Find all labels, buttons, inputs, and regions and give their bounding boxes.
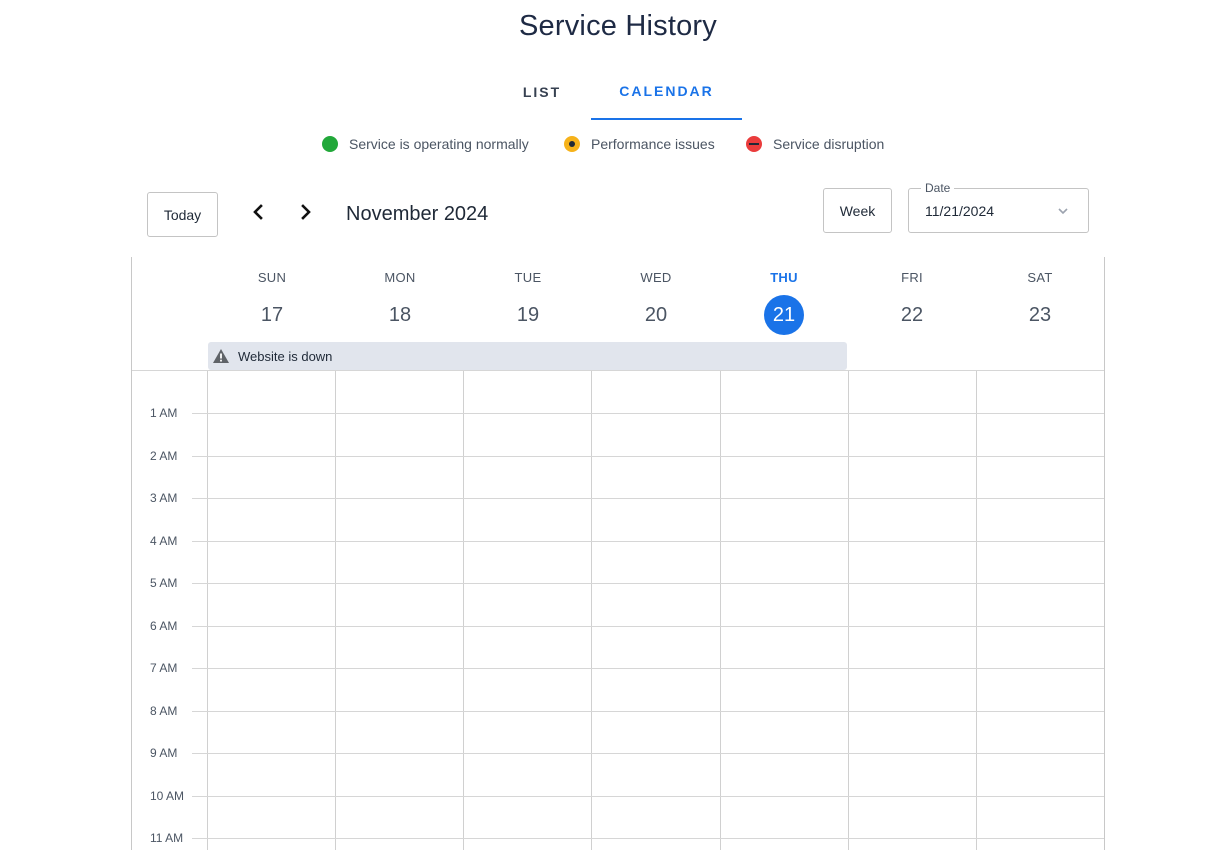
day-header-wed[interactable]: WED 20 (592, 257, 720, 335)
hour-line (192, 838, 1104, 839)
day-header-mon[interactable]: MON 18 (336, 257, 464, 335)
all-day-event[interactable]: Website is down (208, 342, 847, 370)
red-minus-circle-icon (746, 136, 762, 152)
day-column-divider (335, 371, 336, 850)
date-picker-field[interactable]: Date 11/21/2024 (908, 181, 1089, 233)
day-name: FRI (901, 270, 923, 285)
day-header-fri[interactable]: FRI 22 (848, 257, 976, 335)
hour-line (192, 498, 1104, 499)
day-number[interactable]: 20 (636, 295, 676, 335)
time-grid: 1 AM 2 AM 3 AM 4 AM 5 AM 6 AM 7 AM 8 AM … (132, 370, 1104, 850)
week-calendar: SUN 17 MON 18 TUE 19 WED 20 THU 21 FRI 2… (131, 257, 1105, 850)
tab-list[interactable]: LIST (494, 64, 590, 120)
hour-label: 4 AM (150, 534, 178, 548)
legend-item-disruption: Service disruption (746, 136, 884, 152)
day-number[interactable]: 22 (892, 295, 932, 335)
day-number[interactable]: 23 (1020, 295, 1060, 335)
page-title: Service History (519, 10, 717, 42)
hour-line (192, 753, 1104, 754)
event-title: Website is down (238, 348, 333, 364)
hour-label: 10 AM (150, 789, 185, 803)
legend-item-performance: Performance issues (564, 136, 715, 152)
day-number[interactable]: 19 (508, 295, 548, 335)
day-column-divider (848, 371, 849, 850)
legend-item-normal: Service is operating normally (322, 136, 529, 152)
chevron-down-icon[interactable] (1056, 204, 1070, 218)
day-number[interactable]: 17 (252, 295, 292, 335)
day-header-sun[interactable]: SUN 17 (208, 257, 336, 335)
day-name: THU (770, 270, 798, 285)
hour-line (192, 541, 1104, 542)
tab-calendar[interactable]: CALENDAR (591, 64, 742, 120)
status-legend: Service is operating normally Performanc… (0, 136, 1211, 154)
next-week-button[interactable] (291, 197, 321, 227)
today-button[interactable]: Today (147, 192, 218, 237)
view-select-button[interactable]: Week (823, 188, 892, 233)
day-name: TUE (514, 270, 542, 285)
legend-label-performance: Performance issues (591, 136, 715, 152)
hour-line (192, 456, 1104, 457)
hour-label: 6 AM (150, 619, 178, 633)
day-name: MON (384, 270, 416, 285)
hour-label: 3 AM (150, 491, 178, 505)
legend-label-disruption: Service disruption (773, 136, 885, 152)
day-header-tue[interactable]: TUE 19 (464, 257, 592, 335)
day-name: SUN (257, 270, 287, 285)
hour-label: 9 AM (150, 746, 178, 760)
hour-label: 11 AM (150, 831, 184, 845)
hour-line (192, 668, 1104, 669)
month-label: November 2024 (346, 203, 489, 225)
date-field-value[interactable]: 11/21/2024 (925, 203, 994, 219)
green-circle-icon (322, 136, 338, 152)
chevron-left-icon (253, 204, 263, 220)
hour-label: 1 AM (150, 406, 178, 420)
yellow-dot-circle-icon (564, 136, 580, 152)
hour-line (192, 711, 1104, 712)
date-field-label: Date (921, 181, 955, 195)
hour-line (192, 413, 1104, 414)
day-column-divider (463, 371, 464, 850)
day-column-divider (976, 371, 977, 850)
day-number[interactable]: 18 (380, 295, 420, 335)
hour-line (192, 583, 1104, 584)
chevron-right-icon (301, 204, 311, 220)
hour-label: 8 AM (150, 704, 178, 718)
hour-line (192, 626, 1104, 627)
warning-icon (213, 349, 229, 363)
day-header-thu[interactable]: THU 21 (720, 257, 848, 335)
day-column-divider (207, 371, 208, 850)
legend-label-normal: Service is operating normally (349, 136, 529, 152)
hour-label: 7 AM (150, 661, 178, 675)
hour-label: 5 AM (150, 576, 178, 590)
day-column-divider (591, 371, 592, 850)
view-tabs: LIST CALENDAR (0, 64, 1211, 120)
day-header-sat[interactable]: SAT 23 (976, 257, 1104, 335)
day-name: SAT (1027, 270, 1053, 285)
day-name: WED (640, 270, 672, 285)
hour-line (192, 796, 1104, 797)
prev-week-button[interactable] (243, 197, 273, 227)
day-number-today[interactable]: 21 (764, 295, 804, 335)
hour-label: 2 AM (150, 449, 178, 463)
day-column-divider (720, 371, 721, 850)
